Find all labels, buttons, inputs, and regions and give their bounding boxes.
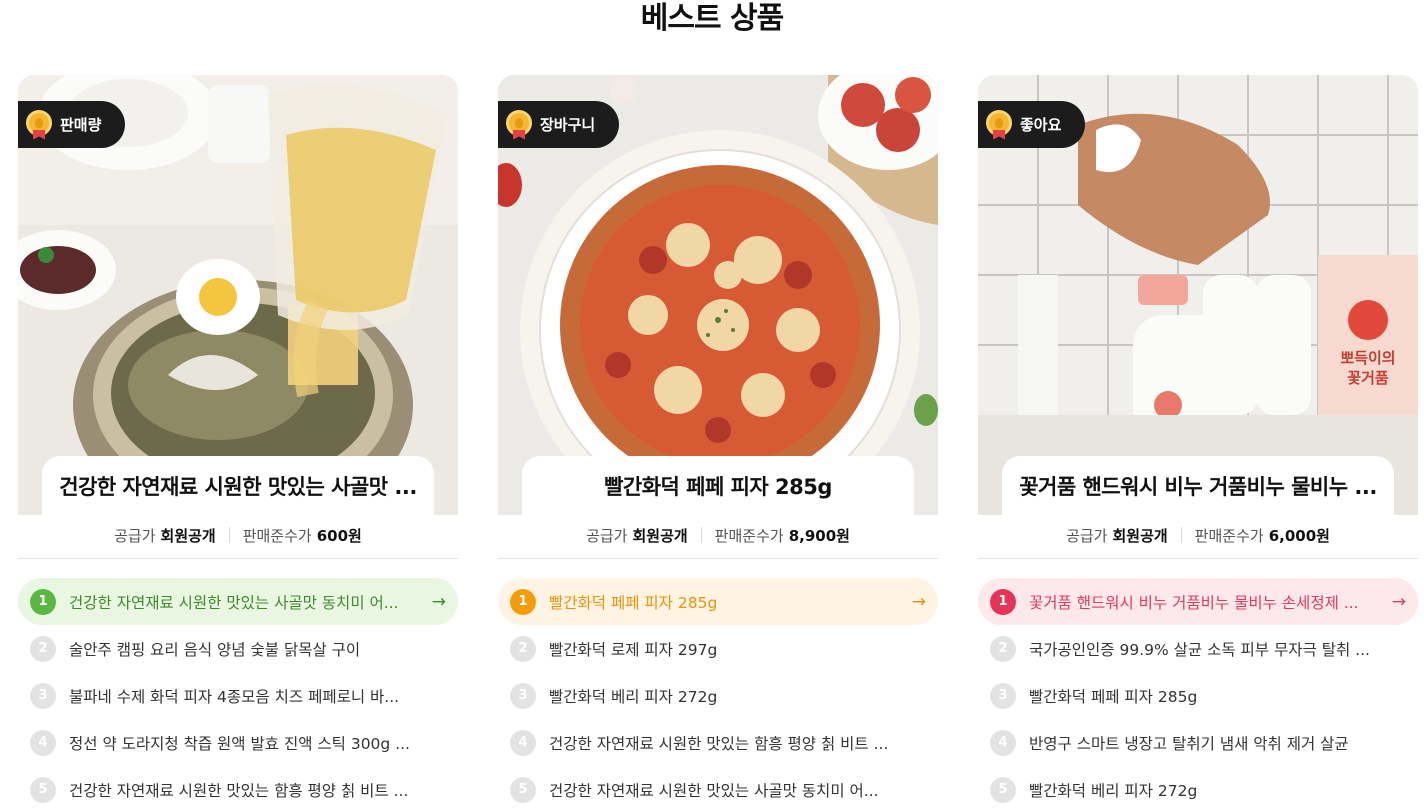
- rank-number: 3: [990, 682, 1016, 709]
- rank-number: 1: [510, 588, 536, 615]
- image-text: 꽃거품: [1347, 369, 1389, 387]
- price-label: 공급가: [114, 526, 156, 545]
- best-column-cart: 장바구니 빨간화덕 페페 피자 285g 공급가 회원공개 판매준수가 8,900원…: [498, 75, 938, 803]
- rank-item-5[interactable]: 5 건강한 자연재료 시원한 맛있는 사골맛 동치미 어...: [498, 766, 938, 812]
- rank-number: 5: [30, 776, 56, 803]
- rank-item-4[interactable]: 4 정선 약 도라지청 착즙 원액 발효 진액 스틱 300g ...: [18, 719, 458, 766]
- rank-item-3[interactable]: 3 빨간화덕 베리 피자 272g: [498, 672, 938, 719]
- product-image[interactable]: 뽀득이의 꽃거품 좋아요 꽃거품 핸드워시 비누 거품비누 물비누 ...: [978, 75, 1418, 515]
- medal-icon: [506, 109, 532, 140]
- rank-item-4[interactable]: 4 건강한 자연재료 시원한 맛있는 함흥 평양 칡 비트 ...: [498, 719, 938, 766]
- arrow-right-icon[interactable]: →: [1392, 592, 1406, 612]
- rank-item-1[interactable]: 1 꽃거품 핸드워시 비누 거품비누 물비누 손세정제 ... →: [978, 578, 1418, 625]
- rank-list: 1 꽃거품 핸드워시 비누 거품비누 물비누 손세정제 ... → 2 국가공인…: [978, 578, 1418, 812]
- rank-item-3[interactable]: 3 빨간화덕 페페 피자 285g: [978, 672, 1418, 719]
- product-image[interactable]: 판매량 건강한 자연재료 시원한 맛있는 사골맛 ...: [18, 75, 458, 515]
- rank-item-text: 국가공인인증 99.9% 살균 소독 피부 무자극 탈취 ...: [1029, 640, 1370, 659]
- rank-number: 5: [510, 776, 536, 803]
- rank-tag-label: 판매량: [60, 116, 102, 134]
- msrp-value: 600원: [316, 526, 362, 545]
- rank-item-text: 불파네 수제 화덕 피자 4종모음 치즈 페페로니 바...: [69, 687, 400, 706]
- rank-item-5[interactable]: 5 건강한 자연재료 시원한 맛있는 함흥 평양 칡 비트 ...: [18, 766, 458, 812]
- rank-item-2[interactable]: 2 국가공인인증 99.9% 살균 소독 피부 무자극 탈취 ...: [978, 625, 1418, 672]
- rank-item-text: 빨간화덕 페페 피자 285g: [549, 593, 718, 612]
- price-value: 회원공개: [1112, 526, 1168, 545]
- rank-number: 5: [990, 776, 1016, 803]
- price-label: 판매준수가: [714, 526, 784, 545]
- rank-item-5[interactable]: 5 빨간화덕 베리 피자 272g: [978, 766, 1418, 812]
- rank-item-text: 건강한 자연재료 시원한 맛있는 함흥 평양 칡 비트 ...: [549, 734, 889, 753]
- rank-number: 2: [510, 635, 536, 662]
- rank-number: 4: [990, 729, 1016, 756]
- price-label: 판매준수가: [242, 526, 312, 545]
- rank-list: 1 건강한 자연재료 시원한 맛있는 사골맛 동치미 어... → 2 술안주 …: [18, 578, 458, 812]
- best-column-likes: 뽀득이의 꽃거품 좋아요 꽃거품 핸드워시 비누 거품비누 물비누 ... 공급…: [978, 75, 1418, 803]
- rank-item-2[interactable]: 2 빨간화덕 로제 피자 297g: [498, 625, 938, 672]
- rank-item-text: 빨간화덕 베리 피자 272g: [549, 687, 718, 706]
- rank-item-text: 반영구 스마트 냉장고 탈취기 냄새 악취 제거 살균: [1029, 734, 1349, 753]
- divider: [700, 527, 702, 543]
- rank-number: 4: [510, 729, 536, 756]
- divider: [498, 558, 938, 559]
- rank-number: 2: [30, 635, 56, 662]
- msrp-value: 8,900원: [788, 526, 850, 545]
- arrow-right-icon[interactable]: →: [912, 592, 926, 612]
- rank-number: 4: [30, 729, 56, 756]
- price-value: 회원공개: [632, 526, 688, 545]
- rank-number: 3: [30, 682, 56, 709]
- divider: [228, 527, 230, 543]
- divider: [1180, 527, 1182, 543]
- price-label: 공급가: [586, 526, 628, 545]
- product-title[interactable]: 건강한 자연재료 시원한 맛있는 사골맛 ...: [42, 456, 434, 515]
- best-column-sales: 판매량 건강한 자연재료 시원한 맛있는 사골맛 ... 공급가 회원공개 판매준…: [18, 75, 458, 803]
- rank-item-1[interactable]: 1 빨간화덕 페페 피자 285g →: [498, 578, 938, 625]
- rank-item-1[interactable]: 1 건강한 자연재료 시원한 맛있는 사골맛 동치미 어... →: [18, 578, 458, 625]
- rank-number: 3: [510, 682, 536, 709]
- price-line: 공급가 회원공개 판매준수가 6,000원: [978, 515, 1418, 555]
- price-line: 공급가 회원공개 판매준수가 600원: [18, 515, 458, 555]
- rank-number: 2: [990, 635, 1016, 662]
- rank-item-text: 빨간화덕 베리 피자 272g: [1029, 781, 1198, 800]
- price-line: 공급가 회원공개 판매준수가 8,900원: [498, 515, 938, 555]
- rank-item-text: 건강한 자연재료 시원한 맛있는 함흥 평양 칡 비트 ...: [69, 781, 409, 800]
- price-label: 공급가: [1066, 526, 1108, 545]
- arrow-right-icon[interactable]: →: [432, 592, 446, 612]
- rank-tag-label: 장바구니: [540, 116, 596, 134]
- product-title[interactable]: 꽃거품 핸드워시 비누 거품비누 물비누 ...: [1002, 456, 1394, 515]
- rank-number: 1: [30, 588, 56, 615]
- price-label: 판매준수가: [1194, 526, 1264, 545]
- rank-item-text: 술안주 캠핑 요리 음식 양념 숯불 닭목살 구이: [69, 640, 361, 659]
- medal-icon: [26, 109, 52, 140]
- rank-item-4[interactable]: 4 반영구 스마트 냉장고 탈취기 냄새 악취 제거 살균: [978, 719, 1418, 766]
- rank-list: 1 빨간화덕 페페 피자 285g → 2 빨간화덕 로제 피자 297g 3 …: [498, 578, 938, 812]
- rank-number: 1: [990, 588, 1016, 615]
- rank-item-3[interactable]: 3 불파네 수제 화덕 피자 4종모음 치즈 페페로니 바...: [18, 672, 458, 719]
- rank-tag-label: 좋아요: [1020, 116, 1062, 134]
- rank-item-text: 정선 약 도라지청 착즙 원액 발효 진액 스틱 300g ...: [69, 734, 410, 753]
- rank-item-text: 건강한 자연재료 시원한 맛있는 사골맛 동치미 어...: [549, 781, 879, 800]
- image-text: 뽀득이의: [1340, 349, 1395, 367]
- rank-item-text: 빨간화덕 로제 피자 297g: [549, 640, 718, 659]
- divider: [978, 558, 1418, 559]
- medal-icon: [986, 109, 1012, 140]
- rank-item-text: 꽃거품 핸드워시 비누 거품비누 물비누 손세정제 ...: [1029, 593, 1359, 612]
- rank-tag: 판매량: [18, 101, 126, 148]
- rank-item-text: 빨간화덕 페페 피자 285g: [1029, 687, 1198, 706]
- product-title[interactable]: 빨간화덕 페페 피자 285g: [522, 456, 914, 515]
- divider: [18, 558, 458, 559]
- page-title: 베스트 상품: [640, 1, 784, 36]
- rank-item-2[interactable]: 2 술안주 캠핑 요리 음식 양념 숯불 닭목살 구이: [18, 625, 458, 672]
- product-image[interactable]: 장바구니 빨간화덕 페페 피자 285g: [498, 75, 938, 515]
- rank-tag: 장바구니: [498, 101, 620, 148]
- rank-item-text: 건강한 자연재료 시원한 맛있는 사골맛 동치미 어...: [69, 593, 399, 612]
- rank-tag: 좋아요: [978, 101, 1086, 148]
- price-value: 회원공개: [160, 526, 216, 545]
- msrp-value: 6,000원: [1268, 526, 1330, 545]
